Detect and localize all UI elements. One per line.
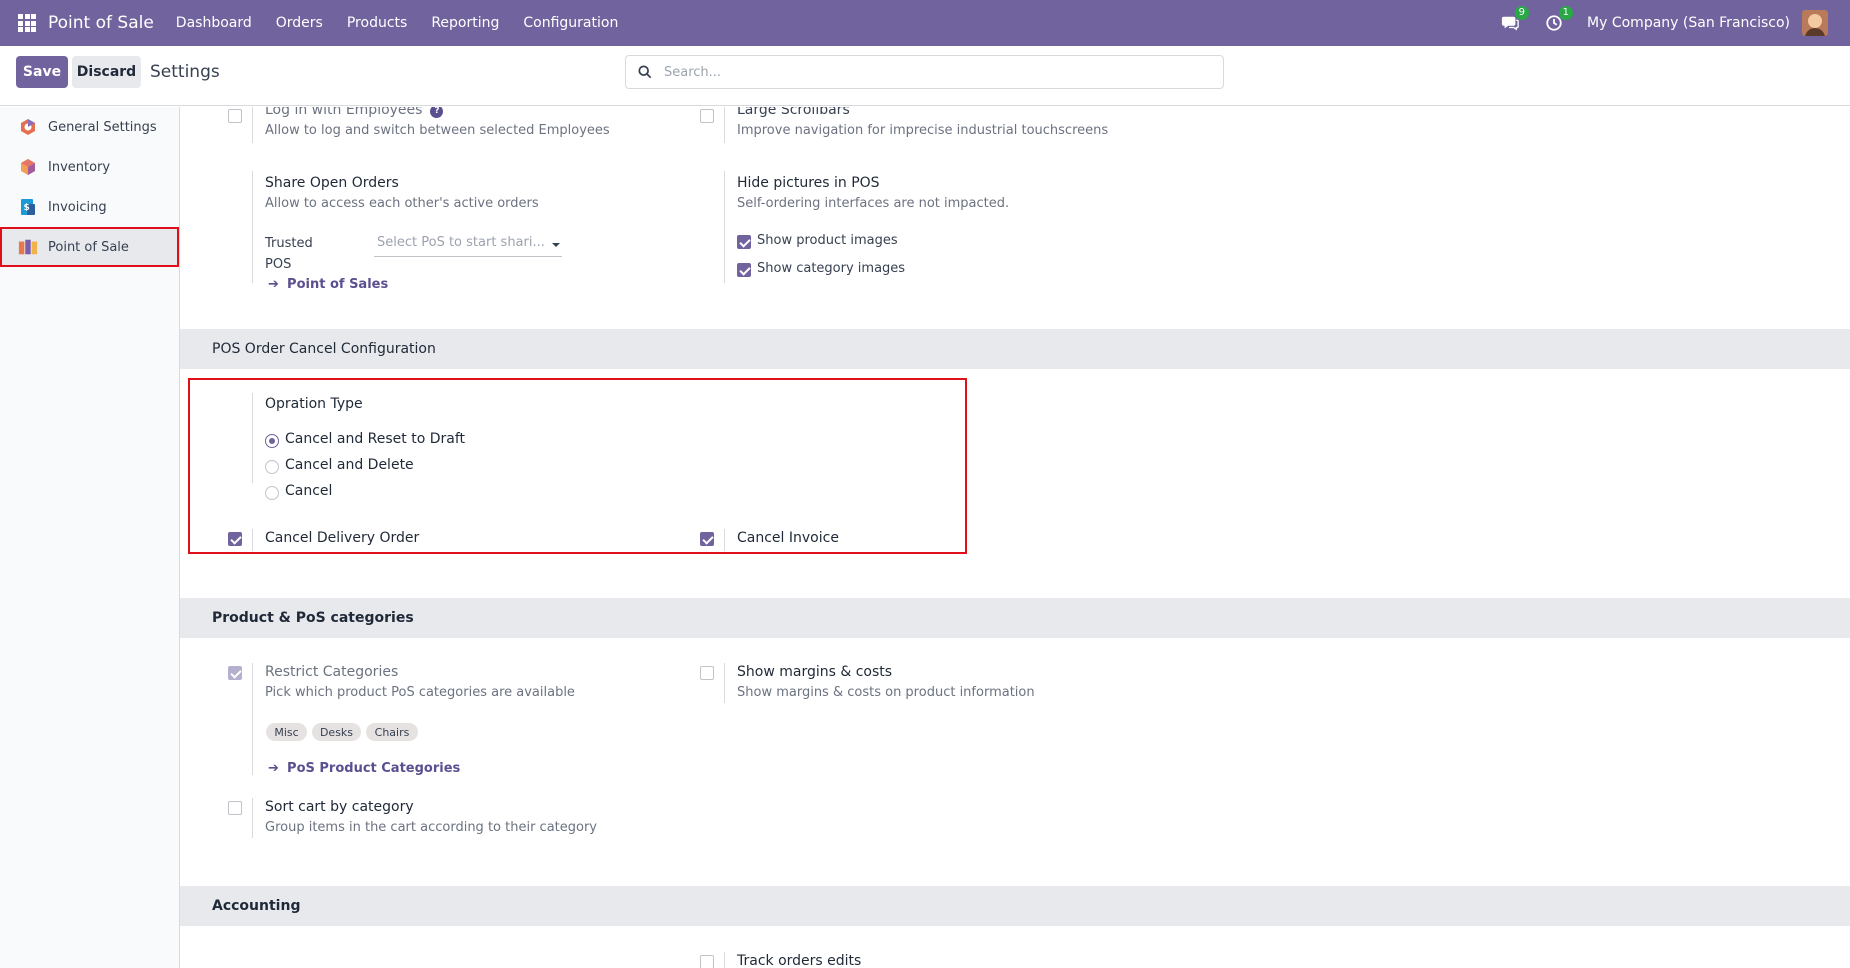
sort-cart-title: Sort cart by category bbox=[265, 799, 414, 815]
chevron-down-icon bbox=[552, 243, 560, 247]
help-icon[interactable]: ? bbox=[430, 107, 444, 118]
app-name[interactable]: Point of Sale bbox=[48, 13, 154, 33]
login-employees-desc: Allow to log and switch between selected… bbox=[265, 123, 610, 138]
sidebar-item-label: Invoicing bbox=[48, 199, 107, 215]
option-cancel-reset-draft-label: Cancel and Reset to Draft bbox=[285, 431, 466, 447]
option-cancel-delete-label: Cancel and Delete bbox=[285, 457, 414, 473]
company-switcher[interactable]: My Company (San Francisco) bbox=[1587, 15, 1790, 31]
cancel-config-section-header: POS Order Cancel Configuration bbox=[180, 329, 1850, 369]
login-employees-checkbox[interactable] bbox=[228, 109, 242, 123]
activities-count-badge: 1 bbox=[1558, 6, 1574, 20]
save-button[interactable]: Save bbox=[16, 56, 68, 88]
restrict-categories-title: Restrict Categories bbox=[265, 664, 399, 680]
sidebar-item-label: Point of Sale bbox=[48, 239, 129, 255]
accounting-section-header: Accounting bbox=[180, 886, 1850, 926]
share-open-orders-desc: Allow to access each other's active orde… bbox=[265, 196, 539, 211]
settings-sidebar: General Settings Inventory $ Invoicing P… bbox=[0, 107, 180, 968]
login-employees-title: Log in with Employees? bbox=[265, 107, 444, 118]
apps-menu-icon[interactable] bbox=[18, 14, 36, 32]
menu-dashboard[interactable]: Dashboard bbox=[164, 15, 264, 31]
menu-configuration[interactable]: Configuration bbox=[511, 15, 630, 31]
cancel-invoice-label: Cancel Invoice bbox=[737, 530, 839, 546]
cancel-delivery-order-label: Cancel Delivery Order bbox=[265, 530, 420, 546]
search-bar bbox=[625, 55, 1224, 89]
categories-section-header: Product & PoS categories bbox=[180, 598, 1850, 638]
sidebar-item-general-settings[interactable]: General Settings bbox=[0, 107, 179, 147]
sidebar-item-label: Inventory bbox=[48, 159, 111, 175]
cancel-invoice-checkbox[interactable] bbox=[700, 532, 714, 546]
sidebar-item-invoicing[interactable]: $ Invoicing bbox=[0, 187, 179, 227]
large-scrollbars-title: Large Scrollbars bbox=[737, 107, 850, 118]
menu-reporting[interactable]: Reporting bbox=[419, 15, 511, 31]
top-navbar: Point of Sale Dashboard Orders Products … bbox=[0, 0, 1850, 46]
trusted-pos-placeholder: Select PoS to start shari... bbox=[377, 235, 545, 250]
pos-product-categories-link-label: PoS Product Categories bbox=[287, 761, 461, 776]
messages-button[interactable]: 9 bbox=[1499, 6, 1530, 34]
control-panel: Save Discard Settings bbox=[0, 46, 1850, 106]
discard-button[interactable]: Discard bbox=[72, 56, 141, 88]
share-open-orders-title: Share Open Orders bbox=[265, 175, 399, 191]
sidebar-item-inventory[interactable]: Inventory bbox=[0, 147, 179, 187]
point-of-sale-icon bbox=[18, 237, 38, 257]
menu-products[interactable]: Products bbox=[335, 15, 419, 31]
general-settings-icon bbox=[18, 117, 38, 137]
track-orders-checkbox[interactable] bbox=[700, 955, 714, 968]
search-input[interactable] bbox=[664, 64, 1204, 80]
restrict-categories-desc: Pick which product PoS categories are av… bbox=[265, 685, 575, 700]
settings-content: Log in with Employees? Allow to log and … bbox=[180, 107, 1850, 968]
large-scrollbars-desc: Improve navigation for imprecise industr… bbox=[737, 123, 1109, 138]
trusted-pos-label: Trusted POS bbox=[265, 236, 313, 272]
svg-text:$: $ bbox=[24, 203, 30, 213]
categories-section-title: Product & PoS categories bbox=[212, 610, 414, 626]
restrict-categories-checkbox[interactable] bbox=[228, 666, 242, 680]
messages-count-badge: 9 bbox=[1514, 6, 1530, 20]
menu-orders[interactable]: Orders bbox=[264, 15, 335, 31]
arrow-right-icon: ➔ bbox=[268, 277, 279, 292]
trusted-pos-select[interactable]: Select PoS to start shari... bbox=[374, 235, 562, 257]
cancel-config-section-title: POS Order Cancel Configuration bbox=[212, 341, 436, 357]
show-category-images-checkbox[interactable] bbox=[737, 263, 751, 277]
inventory-icon bbox=[18, 157, 38, 177]
radio-cancel-reset-draft[interactable] bbox=[265, 434, 279, 448]
accounting-section-title: Accounting bbox=[212, 898, 301, 914]
sort-cart-checkbox[interactable] bbox=[228, 801, 242, 815]
radio-cancel[interactable] bbox=[265, 486, 279, 500]
hide-pictures-title: Hide pictures in POS bbox=[737, 175, 880, 191]
show-category-images-label: Show category images bbox=[757, 261, 906, 276]
search-icon bbox=[638, 65, 652, 79]
sidebar-item-point-of-sale[interactable]: Point of Sale bbox=[0, 227, 179, 267]
hide-pictures-desc: Self-ordering interfaces are not impacte… bbox=[737, 196, 1010, 211]
option-cancel-label: Cancel bbox=[285, 483, 333, 499]
arrow-right-icon: ➔ bbox=[268, 761, 279, 776]
show-product-images-checkbox[interactable] bbox=[737, 235, 751, 249]
show-margins-title: Show margins & costs bbox=[737, 664, 893, 680]
page-title: Settings bbox=[150, 62, 220, 82]
large-scrollbars-checkbox[interactable] bbox=[700, 109, 714, 123]
pos-product-categories-link[interactable]: ➔ PoS Product Categories bbox=[268, 761, 460, 776]
tag-chairs[interactable]: Chairs bbox=[366, 723, 418, 741]
sidebar-item-label: General Settings bbox=[48, 119, 157, 135]
show-margins-checkbox[interactable] bbox=[700, 666, 714, 680]
activities-button[interactable]: 1 bbox=[1543, 6, 1574, 34]
sort-cart-desc: Group items in the cart according to the… bbox=[265, 820, 598, 835]
point-of-sales-link-label: Point of Sales bbox=[287, 277, 389, 292]
point-of-sales-link[interactable]: ➔ Point of Sales bbox=[268, 277, 388, 292]
invoicing-icon: $ bbox=[18, 197, 38, 217]
user-avatar[interactable] bbox=[1802, 10, 1828, 36]
main-menu: Dashboard Orders Products Reporting Conf… bbox=[164, 15, 631, 31]
operation-type-label: Opration Type bbox=[265, 396, 363, 412]
show-margins-desc: Show margins & costs on product informat… bbox=[737, 685, 1035, 700]
radio-cancel-delete[interactable] bbox=[265, 460, 279, 474]
track-orders-title: Track orders edits bbox=[737, 953, 862, 968]
tag-desks[interactable]: Desks bbox=[312, 723, 361, 741]
show-product-images-label: Show product images bbox=[757, 233, 898, 248]
tag-misc[interactable]: Misc bbox=[266, 723, 307, 741]
cancel-delivery-order-checkbox[interactable] bbox=[228, 532, 242, 546]
